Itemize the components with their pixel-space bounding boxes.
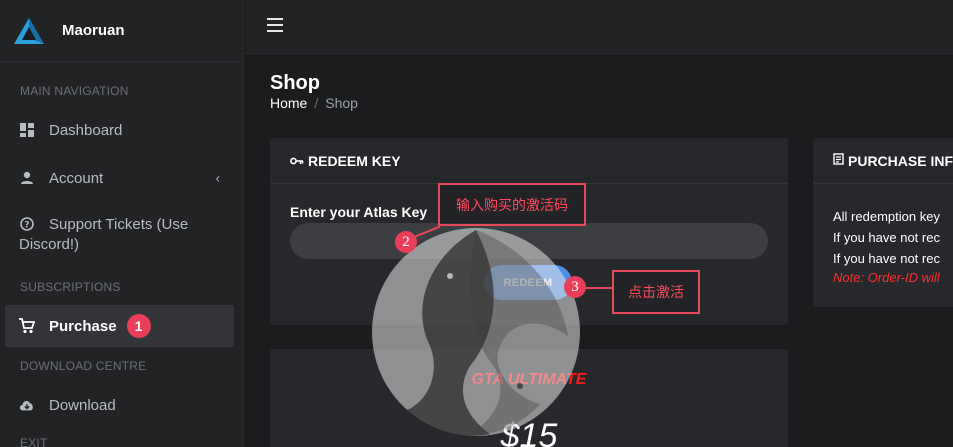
purchase-info-card: PURCHASE INFO All redemption key If you …: [813, 138, 953, 307]
sidebar-item-dashboard[interactable]: Dashboard: [5, 120, 234, 140]
step-3-marker: 3: [564, 276, 586, 298]
purchase-info-title: PURCHASE INFO: [848, 152, 953, 169]
logo-icon: [14, 17, 44, 44]
page-title: Shop: [270, 72, 320, 94]
nav-header-subscriptions: SUBSCRIPTIONS: [20, 280, 121, 294]
info-note: Note: Order-ID will: [833, 270, 940, 285]
sidebar-item-label: Dashboard: [49, 121, 123, 139]
sidebar: Maoruan MAIN NAVIGATION Dashboard Accoun…: [0, 0, 244, 447]
nav-header-main: MAIN NAVIGATION: [20, 84, 129, 98]
notification-badge: 1: [126, 314, 151, 338]
sidebar-item-label: Support Tickets (Use: [49, 215, 189, 233]
breadcrumb-current: Shop: [325, 95, 358, 111]
question-circle-icon: ?: [19, 216, 35, 232]
sidebar-item-label: Account: [49, 169, 104, 187]
key-field-label: Enter your Atlas Key: [290, 204, 428, 220]
sidebar-item-label: Purchase: [49, 317, 117, 335]
product-price: $15: [500, 417, 558, 447]
redeem-card-title: REDEEM KEY: [308, 152, 401, 169]
redeem-button[interactable]: REDEEM: [484, 265, 572, 300]
sidebar-item-download[interactable]: Download: [5, 395, 234, 415]
sidebar-item-purchase[interactable]: Purchase 1: [5, 305, 234, 347]
sidebar-item-label: Download: [49, 396, 116, 414]
breadcrumb-home[interactable]: Home: [270, 95, 307, 111]
dashboard-icon: [19, 122, 35, 138]
breadcrumb: Home / Shop: [270, 95, 358, 111]
product-card[interactable]: GTA ULTIMATE $15: [270, 349, 788, 447]
receipt-icon: [833, 153, 844, 168]
user-icon: [19, 170, 35, 186]
purchase-info-header: PURCHASE INFO: [813, 138, 953, 184]
svg-text:?: ?: [24, 221, 29, 231]
info-line: If you have not rec: [833, 251, 940, 266]
button-hint-annotation: 点击激活: [612, 270, 700, 314]
sidebar-item-support-tickets[interactable]: ? Support Tickets (Use Discord!): [5, 214, 234, 258]
chevron-left-icon: ‹: [215, 170, 220, 186]
info-line: If you have not rec: [833, 230, 940, 245]
sidebar-item-account[interactable]: Account ‹: [5, 168, 234, 188]
sidebar-item-label-continued: Discord!): [19, 236, 80, 253]
annotation-line: [585, 287, 613, 289]
menu-toggle-icon[interactable]: [267, 18, 283, 32]
input-hint-annotation: 输入购买的激活码: [438, 183, 586, 226]
info-line: All redemption key: [833, 209, 940, 224]
nav-header-exit: EXIT: [20, 436, 48, 447]
atlas-key-input[interactable]: [290, 223, 768, 259]
redeem-card: REDEEM KEY Enter your Atlas Key REDEEM: [270, 138, 788, 325]
brand[interactable]: Maoruan: [0, 0, 243, 62]
brand-name: Maoruan: [62, 22, 125, 39]
cloud-download-icon: [19, 397, 35, 413]
cart-icon: [19, 318, 35, 334]
nav-header-download: DOWNLOAD CENTRE: [20, 359, 147, 373]
topbar: [245, 0, 953, 54]
breadcrumb-separator: /: [314, 95, 319, 111]
purchase-info-text: All redemption key If you have not rec I…: [833, 206, 940, 287]
step-2-marker: 2: [395, 231, 417, 253]
key-icon: [290, 154, 304, 168]
product-name: GTA ULTIMATE: [471, 371, 587, 388]
redeem-card-header: REDEEM KEY: [270, 138, 788, 184]
